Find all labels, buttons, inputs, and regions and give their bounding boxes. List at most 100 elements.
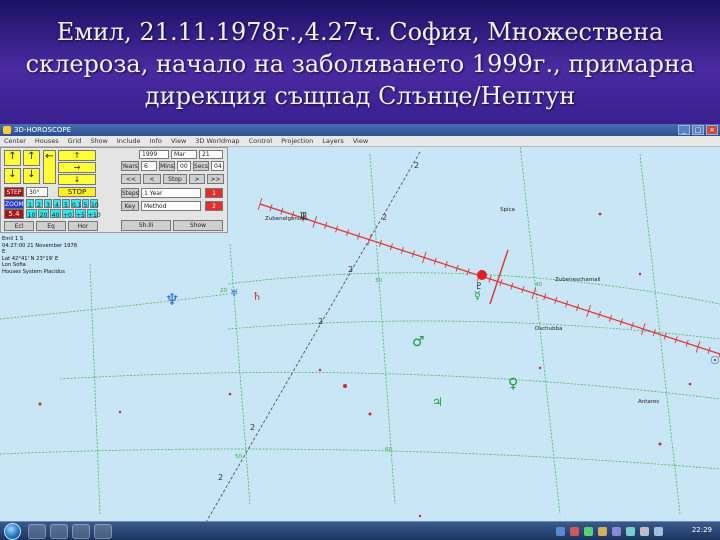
key-select[interactable]: Method: [141, 201, 201, 211]
speed-button[interactable]: 3: [44, 199, 52, 209]
maximize-icon[interactable]: □: [692, 125, 704, 135]
speed-button[interactable]: 40: [50, 209, 61, 219]
rotate-right-button[interactable]: →: [58, 162, 96, 173]
readout-line: Emil 1 S: [2, 236, 24, 242]
equator-check[interactable]: Eq: [36, 221, 66, 231]
speed-button[interactable]: 0.1: [71, 199, 82, 209]
start-button[interactable]: [4, 523, 21, 540]
arrow-left-button[interactable]: ←: [43, 150, 56, 184]
readout-line: Lat 42°41' N 23°19' E: [2, 255, 59, 262]
shift-button[interactable]: Sh.Ili: [121, 220, 171, 231]
taskbar-media-icon[interactable]: [50, 524, 68, 539]
svg-text:20: 20: [220, 288, 227, 294]
meridian-label: 2: [318, 317, 323, 326]
rewind-fast-button[interactable]: <<: [121, 174, 141, 184]
speed-button[interactable]: 10: [26, 209, 37, 219]
chart-readout: Emil 1 S 04:27:00 21 November 1978 E Lat…: [2, 236, 82, 276]
slide-title-line-1: Емил, 21.11.1978г.,4.27ч. София, Множест…: [56, 18, 664, 46]
speed-button[interactable]: +0.1: [62, 209, 78, 219]
taskbar-explorer-icon[interactable]: [28, 524, 46, 539]
horizon-check[interactable]: Hor: [68, 221, 98, 231]
volume-icon[interactable]: [640, 527, 649, 536]
zoom-value: 5.4: [4, 209, 24, 219]
secs-step-value[interactable]: 04: [211, 161, 224, 171]
arrow-up-button[interactable]: ↑: [23, 150, 40, 166]
speed-button[interactable]: +10: [87, 209, 101, 219]
speed-button[interactable]: 1: [26, 199, 34, 209]
menu-item[interactable]: Center: [4, 136, 26, 146]
years-step-label[interactable]: Years: [121, 161, 139, 171]
years-step-value[interactable]: 6: [141, 161, 157, 171]
menu-item[interactable]: View: [171, 136, 186, 146]
menu-item[interactable]: Info: [150, 136, 162, 146]
speed-button[interactable]: 5: [82, 199, 89, 209]
taskbar-clock[interactable]: 22:29: [692, 526, 712, 534]
taskbar: 22:29: [0, 521, 720, 540]
degree-field[interactable]: 30°: [26, 187, 48, 197]
svg-text:60: 60: [385, 447, 392, 453]
stop-button[interactable]: STOP: [58, 187, 96, 197]
menubar: Center Houses Grid Show Include Info Vie…: [0, 136, 720, 147]
arrow-down-button[interactable]: ↓: [23, 168, 40, 184]
arrow-down-left-button[interactable]: ↓: [4, 168, 21, 184]
secs-step-label[interactable]: Secs: [193, 161, 209, 171]
rotate-up-button[interactable]: ↑: [58, 150, 96, 161]
minimize-icon[interactable]: _: [678, 125, 690, 135]
steps-select[interactable]: 1 Year: [141, 188, 201, 198]
speed-button[interactable]: 2: [35, 199, 43, 209]
tray-icon[interactable]: [612, 527, 621, 536]
ecliptic-check[interactable]: Ecl: [4, 221, 34, 231]
close-icon[interactable]: ×: [706, 125, 718, 135]
menu-item[interactable]: 3D Worldmap: [195, 136, 239, 146]
menu-item[interactable]: Houses: [35, 136, 59, 146]
menu-item[interactable]: Grid: [68, 136, 82, 146]
forward-button[interactable]: >: [189, 174, 205, 184]
menu-item[interactable]: Projection: [281, 136, 313, 146]
tray-icon[interactable]: [584, 527, 593, 536]
planet-symbol-uranus-icon: ♅: [230, 289, 238, 299]
menu-item[interactable]: Layers: [322, 136, 344, 146]
forward-fast-button[interactable]: >>: [207, 174, 224, 184]
menu-item[interactable]: Control: [249, 136, 273, 146]
window-titlebar[interactable]: 3D-HOROSCOPE _ □ ×: [0, 124, 720, 136]
speed-button[interactable]: 20: [38, 209, 49, 219]
rotate-down-button[interactable]: ↓: [58, 174, 96, 185]
speed-button[interactable]: 4: [53, 199, 61, 209]
network-icon[interactable]: [654, 527, 663, 536]
speed-button[interactable]: +5: [75, 209, 86, 219]
key-red-button[interactable]: 2: [205, 201, 223, 211]
show-button[interactable]: Show: [173, 220, 223, 231]
rewind-button[interactable]: <: [143, 174, 161, 184]
steps-label: Steps: [121, 188, 139, 198]
tray-icon[interactable]: [626, 527, 635, 536]
taskbar-app-icon[interactable]: [72, 524, 90, 539]
step-button[interactable]: STEP: [4, 187, 24, 197]
star-label: Spica: [500, 207, 515, 213]
speed-button[interactable]: 5: [62, 199, 70, 209]
tray-icon[interactable]: [598, 527, 607, 536]
arrow-up-left-button[interactable]: ↑: [4, 150, 21, 166]
mins-step-value[interactable]: 00: [177, 161, 191, 171]
meridian-label: 2: [218, 473, 223, 482]
taskbar-app-icon[interactable]: [94, 524, 112, 539]
mins-step-label[interactable]: Mins: [159, 161, 175, 171]
tray-icon[interactable]: [570, 527, 579, 536]
year-field[interactable]: 1999: [139, 150, 169, 159]
menu-item[interactable]: View: [353, 136, 368, 146]
step-red-button[interactable]: 1: [205, 188, 223, 198]
menu-item[interactable]: Include: [117, 136, 141, 146]
speed-button[interactable]: 10: [90, 199, 99, 209]
planet-symbol-pluto-icon: ♇: [475, 282, 483, 292]
day-field[interactable]: 21: [199, 150, 223, 159]
month-select[interactable]: Mar: [171, 150, 197, 159]
readout-line: Lon Sofia: [2, 262, 26, 269]
readout-line: Houses System Placidus: [2, 268, 65, 275]
zoom-label: ZOOM: [4, 199, 24, 209]
menu-item[interactable]: Show: [90, 136, 108, 146]
readout-line: 04:27:00 21 November 1978: [2, 242, 78, 249]
meridian-label: 2: [414, 161, 419, 170]
stop-time-button[interactable]: Stop: [163, 174, 187, 184]
star-label: Antares: [638, 399, 659, 405]
tray-icon[interactable]: [556, 527, 565, 536]
meridian-label: 2: [348, 265, 353, 274]
